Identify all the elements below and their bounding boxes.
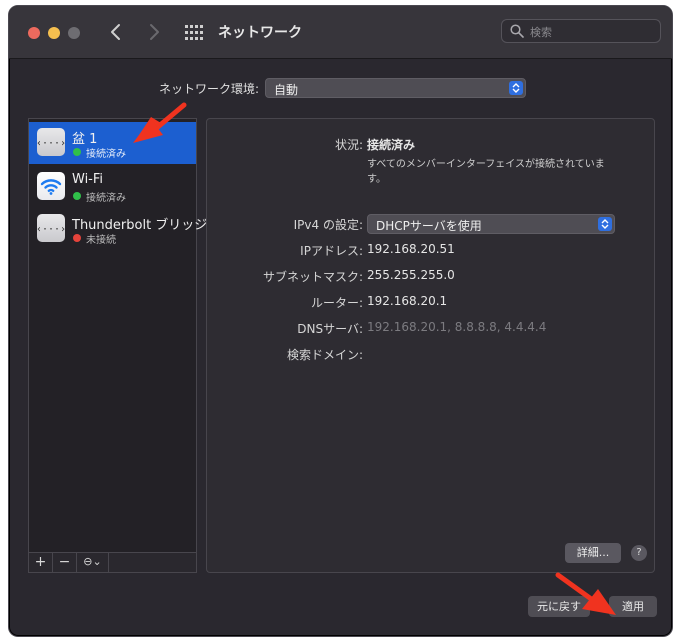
ipv4-config-select[interactable]: DHCPサーバを使用 xyxy=(367,214,615,234)
back-button[interactable] xyxy=(105,20,127,44)
toolbar: ネットワーク xyxy=(9,6,672,59)
search-input[interactable] xyxy=(528,22,657,42)
search-icon xyxy=(510,24,524,38)
dns-server-value: 192.168.20.1, 8.8.8.8, 4.4.4.4 xyxy=(367,320,547,334)
help-button[interactable]: ? xyxy=(631,545,647,561)
status-dot xyxy=(73,148,81,156)
subnet-mask-label: サブネットマスク: xyxy=(262,270,363,284)
ip-address-label: IPアドレス: xyxy=(300,244,363,258)
status-label: 状況: xyxy=(334,138,363,152)
status-dot xyxy=(73,192,81,200)
dns-server-label: DNSサーバ: xyxy=(297,322,363,336)
service-list-toolbar: + − ⊖⌄ xyxy=(29,552,196,572)
updown-chevron-icon xyxy=(509,81,523,95)
ip-address-value: 192.168.20.51 xyxy=(367,242,455,256)
add-service-button[interactable]: + xyxy=(29,553,53,572)
network-preferences-window: ネットワーク ネットワーク環境: 自動 ‹···› 盆 1 xyxy=(8,5,673,637)
location-label: ネットワーク環境: xyxy=(159,82,260,96)
svg-text:‹···›: ‹···› xyxy=(37,138,65,149)
advanced-button[interactable]: 詳細... xyxy=(565,543,621,563)
service-list: ‹···› 盆 1 接続済み Wi-Fi 接続済み ‹···› Thunderb… xyxy=(28,118,207,573)
search-field[interactable] xyxy=(501,19,661,43)
ethernet-icon: ‹···› xyxy=(36,128,66,156)
close-window-button[interactable] xyxy=(28,27,40,39)
action-menu-button[interactable]: ⊖⌄ xyxy=(77,553,109,572)
router-label: ルーター: xyxy=(310,296,363,310)
status-value: 接続済み xyxy=(367,138,416,152)
revert-button[interactable]: 元に戻す xyxy=(528,596,590,617)
show-all-grid-icon[interactable] xyxy=(185,25,203,41)
status-description: すべてのメンバーインターフェイスが接続されています。 xyxy=(367,159,605,185)
status-dot xyxy=(73,234,81,242)
ipv4-config-value: DHCPサーバを使用 xyxy=(376,219,482,233)
ethernet-icon: ‹···› xyxy=(36,214,66,242)
chevron-right-icon xyxy=(150,24,159,40)
minimize-window-button[interactable] xyxy=(48,27,60,39)
location-value: 自動 xyxy=(274,83,299,97)
service-status: 接続済み xyxy=(86,149,126,160)
chevron-left-icon xyxy=(111,24,120,40)
wifi-icon xyxy=(37,172,65,200)
service-name: Wi-Fi xyxy=(72,172,104,187)
ipv4-config-label: IPv4 の設定: xyxy=(293,218,363,232)
service-item-thunderbolt-bridge[interactable]: ‹···› Thunderbolt ブリッジ 未接続 xyxy=(29,208,207,250)
search-domain-label: 検索ドメイン: xyxy=(286,348,363,362)
svg-text:‹···›: ‹···› xyxy=(37,224,65,235)
location-select[interactable]: 自動 xyxy=(265,78,526,98)
apply-button[interactable]: 適用 xyxy=(609,596,657,617)
zoom-window-button[interactable] xyxy=(68,27,80,39)
service-detail-panel: 状況: 接続済み すべてのメンバーインターフェイスが接続されています。 IPv4… xyxy=(206,118,655,573)
remove-service-button[interactable]: − xyxy=(53,553,77,572)
service-item-wifi[interactable]: Wi-Fi 接続済み xyxy=(29,166,196,208)
subnet-mask-value: 255.255.255.0 xyxy=(367,268,455,282)
window-title: ネットワーク xyxy=(218,25,302,41)
service-status: 接続済み xyxy=(86,193,126,204)
forward-button[interactable] xyxy=(143,20,165,44)
service-item-bond[interactable]: ‹···› 盆 1 接続済み xyxy=(29,122,196,164)
service-status: 未接続 xyxy=(86,235,116,246)
router-value: 192.168.20.1 xyxy=(367,294,448,308)
updown-chevron-icon xyxy=(598,217,612,231)
